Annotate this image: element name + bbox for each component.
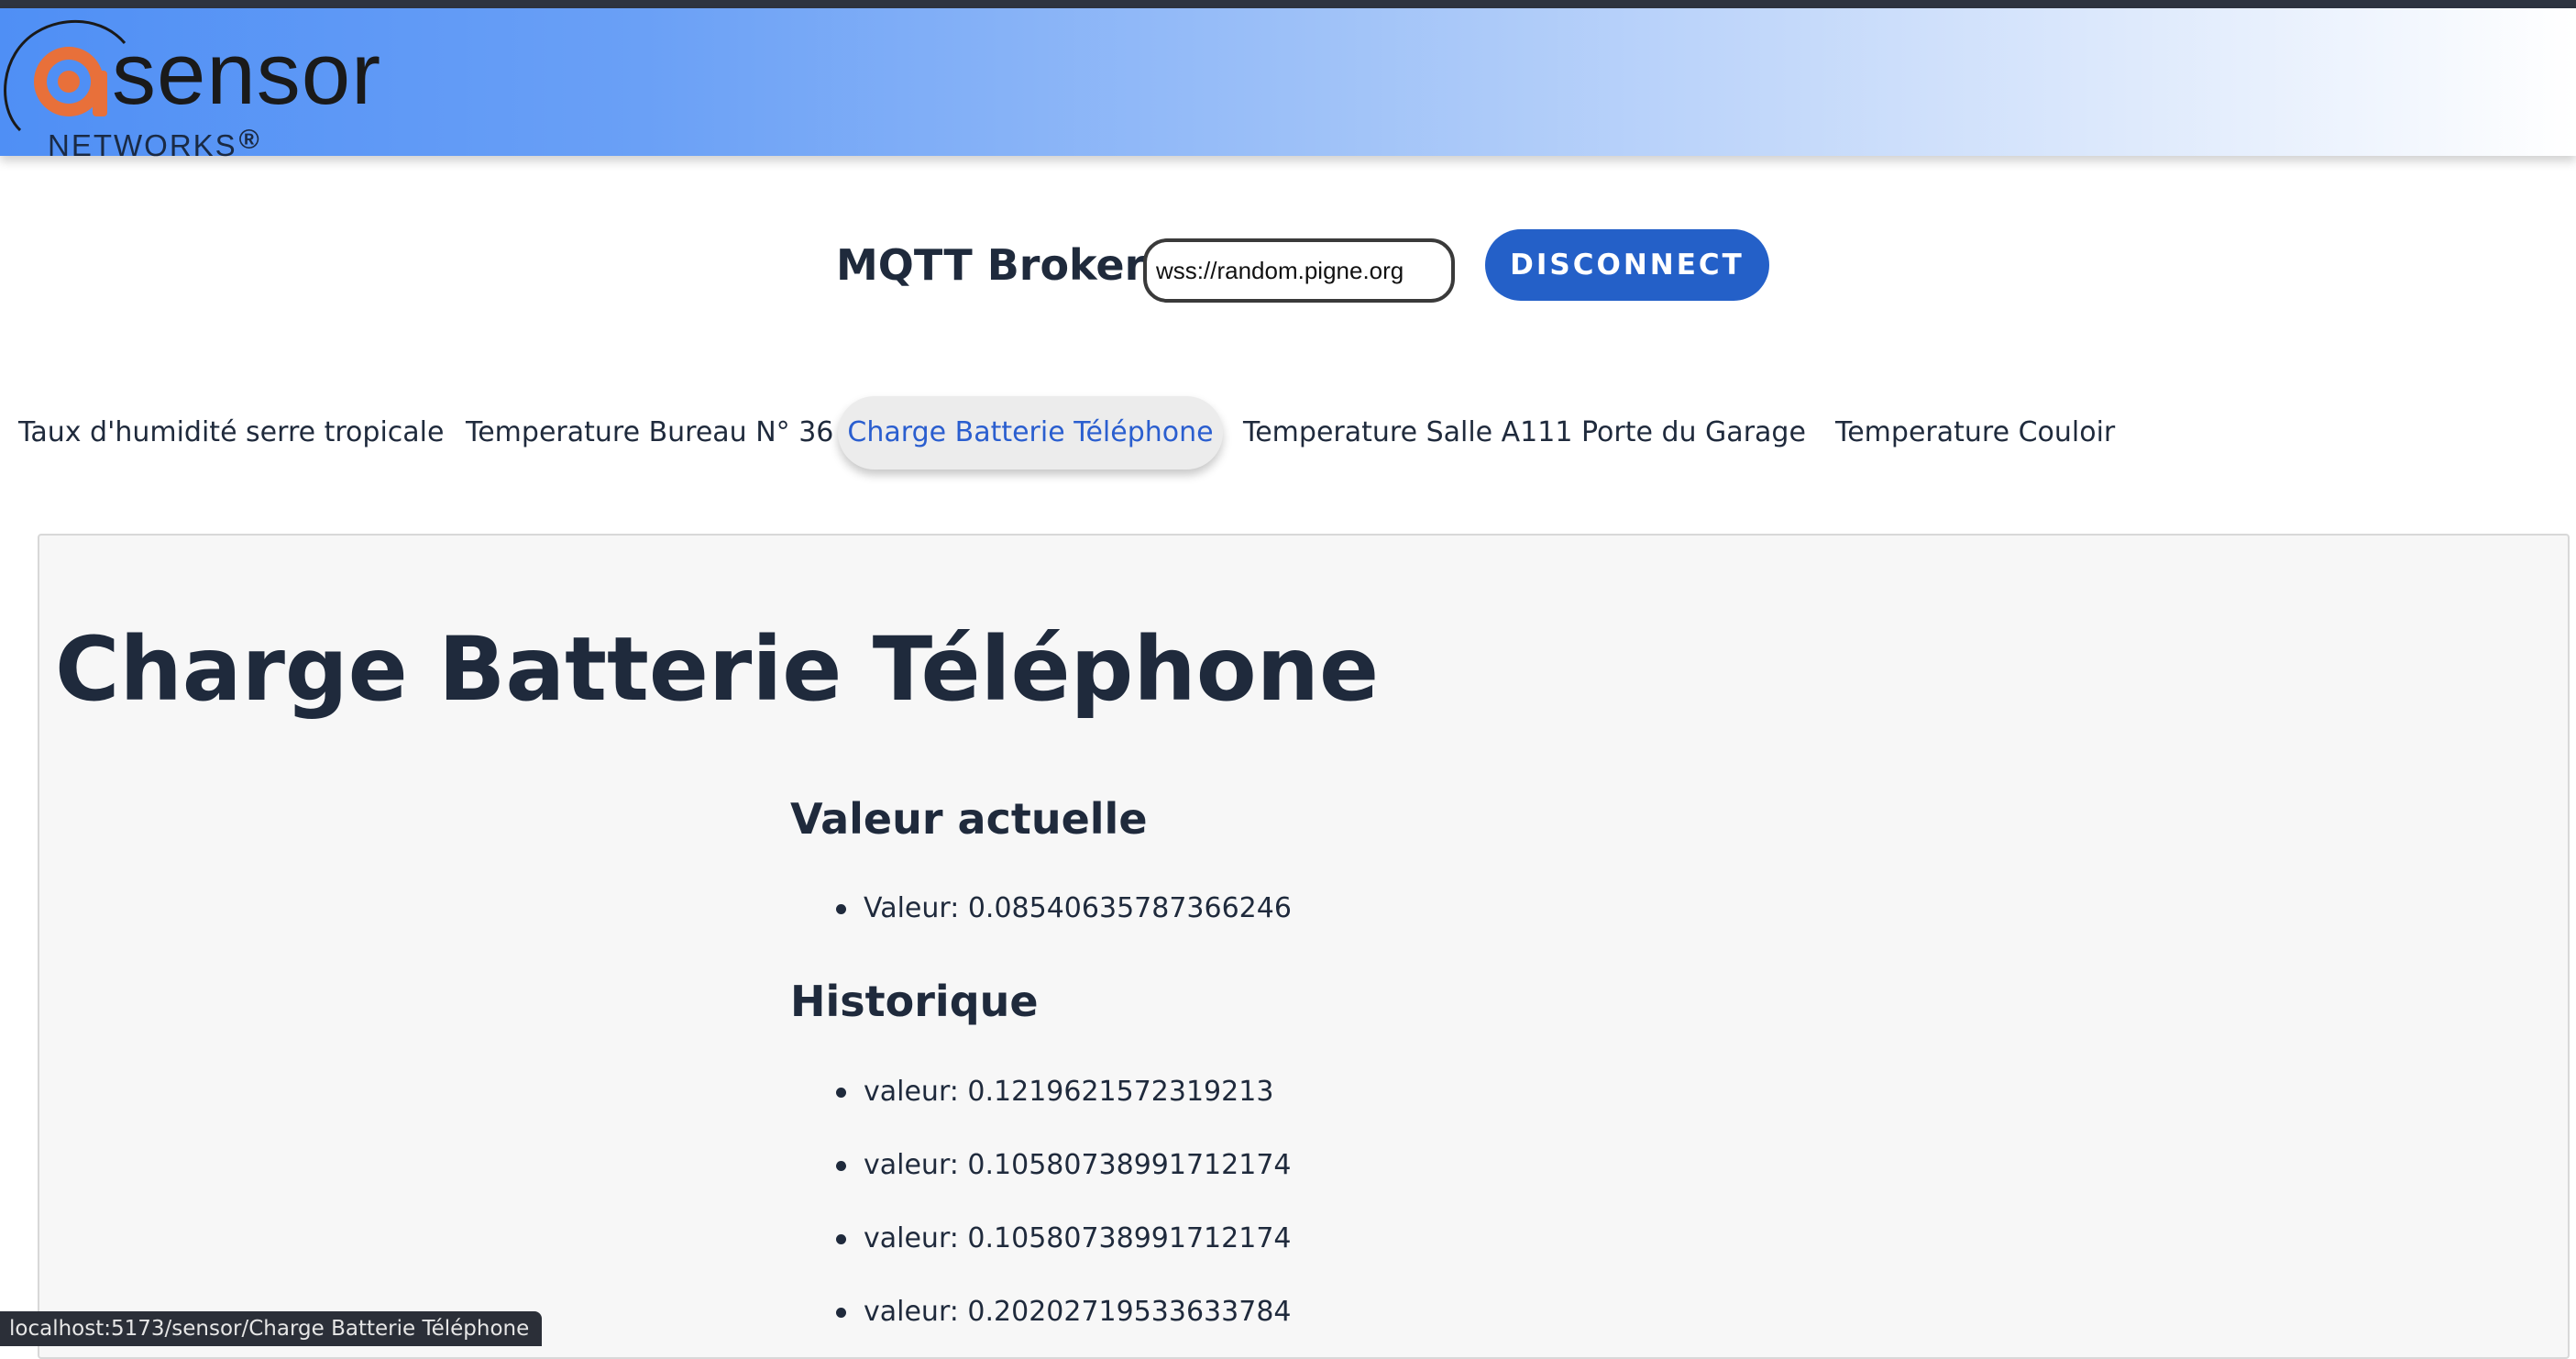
history-value-text: valeur: 0.10580738991712174: [864, 1149, 1292, 1181]
sensor-tabs: Taux d'humidité serre tropicale Temperat…: [0, 396, 2576, 470]
tab-temperature-couloir[interactable]: Temperature Couloir: [1835, 396, 2115, 470]
history-value-text: valeur: 0.1219621572319213: [864, 1076, 1274, 1108]
current-value-heading: Valeur actuelle: [790, 794, 1148, 844]
tab-porte-garage[interactable]: Porte du Garage: [1581, 396, 1806, 470]
window-top-border: [0, 0, 2576, 8]
link-preview-status: localhost:5173/sensor/Charge Batterie Té…: [0, 1311, 543, 1346]
broker-bar: MQTT Broker: DISCONNECT: [0, 229, 2576, 303]
registered-mark: ®: [238, 125, 261, 155]
history-value-text: valeur: 0.10580738991712174: [864, 1222, 1292, 1254]
logo-subtitle-text: NETWORKS: [48, 128, 237, 162]
sensor-networks-logo[interactable]: sensor NETWORKS®: [0, 8, 477, 162]
logo-wordmark: sensor: [112, 25, 382, 123]
disconnect-button[interactable]: DISCONNECT: [1485, 229, 1769, 301]
bullet: [836, 1308, 846, 1318]
bullet: [836, 1161, 846, 1171]
tab-temperature-bureau[interactable]: Temperature Bureau N° 36: [466, 396, 833, 470]
current-value-text: Valeur: 0.08540635787366246: [864, 892, 1292, 924]
logo-subtitle: NETWORKS®: [48, 124, 261, 162]
history-heading: Historique: [790, 977, 1039, 1026]
bullet: [836, 904, 846, 914]
broker-url-input[interactable]: [1143, 238, 1455, 303]
history-value-text: valeur: 0.20202719533633784: [864, 1296, 1292, 1328]
tab-taux-humidite[interactable]: Taux d'humidité serre tropicale: [18, 396, 444, 470]
bullet: [836, 1234, 846, 1244]
tab-charge-batterie[interactable]: Charge Batterie Téléphone: [838, 396, 1223, 470]
broker-label: MQTT Broker:: [836, 240, 1162, 290]
tab-temperature-salle[interactable]: Temperature Salle A111: [1243, 396, 1572, 470]
bullet: [836, 1088, 846, 1098]
page-title: Charge Batterie Téléphone: [55, 618, 1380, 721]
